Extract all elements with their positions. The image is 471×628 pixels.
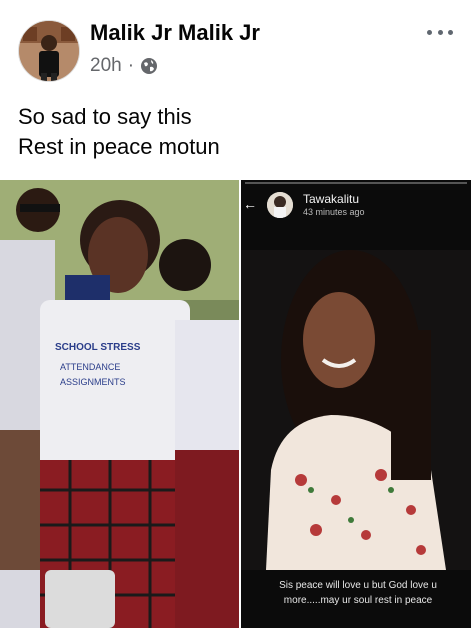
svg-text:ATTENDANCE: ATTENDANCE: [60, 362, 120, 372]
status-time: 43 minutes ago: [303, 207, 365, 217]
status-avatar-photo: [267, 192, 293, 218]
more-horizontal-icon[interactable]: [427, 22, 453, 42]
caption-line: Sis peace will love u but God love u: [279, 580, 437, 591]
group-photo: SCHOOL STRESS ATTENDANCE ASSIGNMENTS: [0, 180, 239, 628]
author-name[interactable]: Malik Jr Malik Jr: [90, 20, 260, 46]
globe-icon: [141, 58, 158, 74]
post-time[interactable]: 20h: [90, 55, 122, 77]
status-progress-bar: [245, 182, 467, 184]
photo-grid: SCHOOL STRESS ATTENDANCE ASSIGNMENTS ← T…: [0, 180, 471, 628]
post-header: Malik Jr Malik Jr 20h ·: [0, 0, 471, 90]
svg-text:SCHOOL STRESS: SCHOOL STRESS: [55, 342, 141, 353]
meta-separator: ·: [127, 55, 135, 76]
caption-line: more.....may ur soul rest in peace: [283, 595, 433, 606]
status-avatar: [267, 192, 293, 218]
svg-text:ASSIGNMENTS: ASSIGNMENTS: [60, 377, 126, 387]
status-author-name: Tawakalitu: [303, 192, 360, 206]
status-photo: [241, 180, 471, 628]
post-meta: 20h ·: [90, 55, 158, 77]
photo-right[interactable]: ← Tawakalitu 43 minutes ago Sis peace wi…: [241, 180, 471, 628]
post-text-line: So sad to say this: [18, 104, 192, 129]
photo-left[interactable]: SCHOOL STRESS ATTENDANCE ASSIGNMENTS: [0, 180, 239, 628]
back-arrow-icon[interactable]: ←: [243, 196, 257, 212]
post-text: So sad to say this Rest in peace motun: [18, 102, 458, 162]
post-text-line: Rest in peace motun: [18, 134, 220, 159]
avatar-photo: [19, 21, 79, 81]
avatar[interactable]: [18, 20, 80, 82]
status-caption: Sis peace will love u but God love u mor…: [253, 578, 463, 608]
